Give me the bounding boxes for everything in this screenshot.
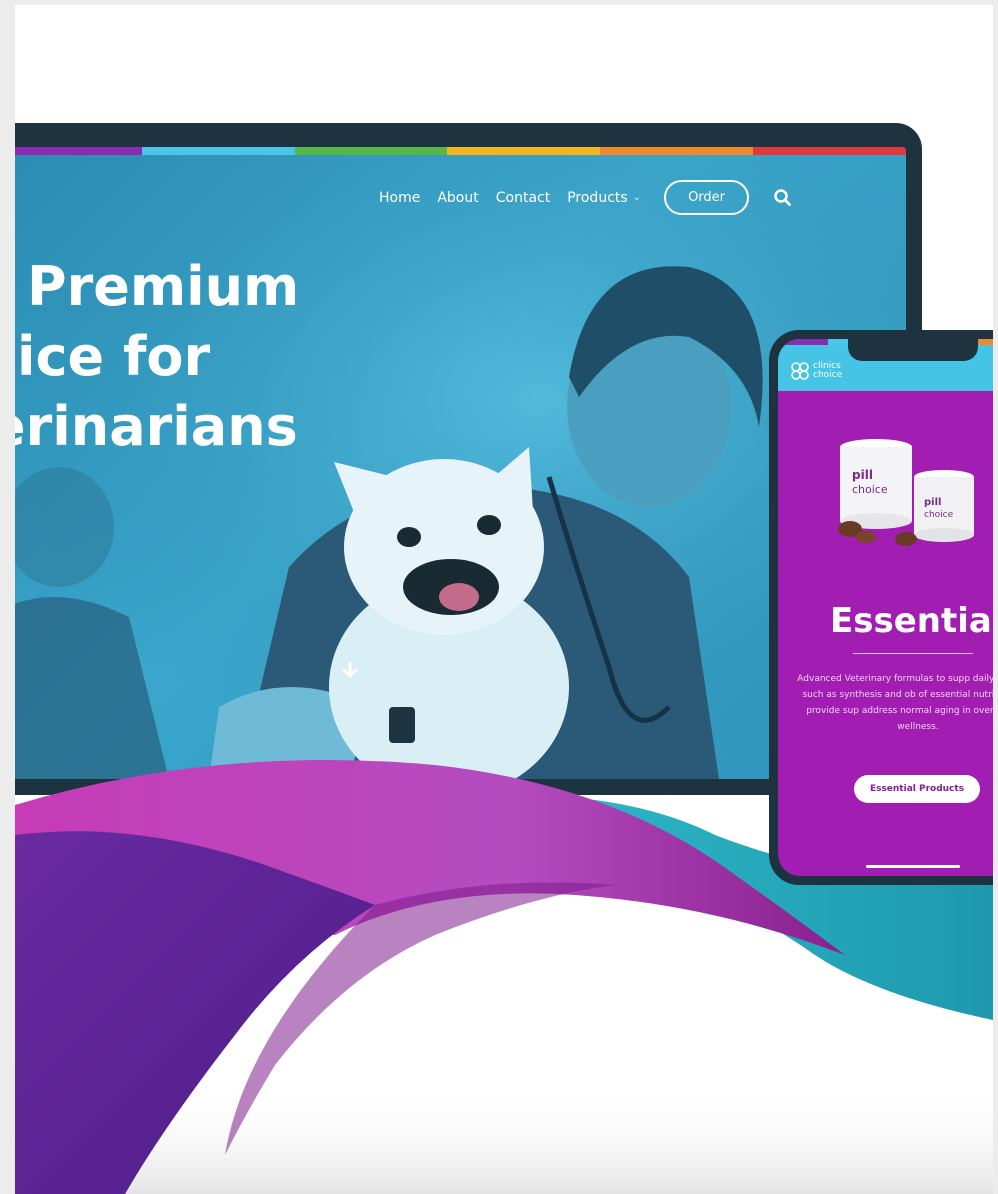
nav-products[interactable]: Products [567, 190, 627, 206]
phone-notch [848, 339, 978, 361]
strip-orange [978, 339, 993, 345]
svg-text:pill: pill [852, 468, 873, 482]
home-indicator[interactable] [866, 865, 960, 868]
svg-text:choice: choice [852, 483, 888, 496]
product-jars-image: pill choice pill choice [838, 439, 974, 546]
clinics-choice-logo-icon [791, 362, 809, 380]
section-description: Advanced Veterinary formulas to supp dai… [797, 674, 993, 732]
order-button[interactable]: Order [664, 180, 750, 215]
svg-text:pill: pill [924, 497, 941, 508]
hero-line-3: erinarians [15, 395, 298, 458]
phone-header: clinics choice [778, 339, 993, 391]
strip-yellow [447, 147, 601, 155]
top-nav: Home About Contact Products ⌄ Order [379, 180, 794, 215]
color-strip [15, 147, 906, 155]
hero-line-2: ice for [17, 325, 211, 388]
brand-line-2: choice [813, 370, 843, 380]
hero-line-1: Premium [27, 255, 300, 318]
mockup-stage: Home About Contact Products ⌄ Order Prem… [15, 5, 993, 1194]
strip-green [294, 147, 448, 155]
strip-blue [141, 147, 295, 155]
essential-products-button[interactable]: Essential Products [854, 775, 980, 803]
strip-orange [600, 147, 754, 155]
chevron-down-icon[interactable]: ⌄ [633, 192, 641, 203]
section-title: Essential [830, 601, 993, 641]
strip-purple [15, 147, 142, 155]
svg-text:choice: choice [924, 510, 954, 520]
strip-red [753, 147, 906, 155]
nav-contact[interactable]: Contact [496, 190, 550, 206]
hero-title: Premium ice for erinarians [15, 252, 300, 462]
brand-logo[interactable]: clinics choice [790, 361, 842, 381]
phone-screen: clinics choice pill choice pill choice E… [778, 339, 993, 876]
nav-home[interactable]: Home [379, 190, 420, 206]
title-divider [853, 653, 973, 654]
strip-purple [778, 339, 828, 345]
nav-about[interactable]: About [437, 190, 478, 206]
arrow-down-icon[interactable] [339, 659, 361, 681]
brand-name: clinics choice [813, 362, 842, 380]
phone-mockup: clinics choice pill choice pill choice E… [769, 330, 993, 885]
search-icon[interactable] [772, 187, 794, 209]
